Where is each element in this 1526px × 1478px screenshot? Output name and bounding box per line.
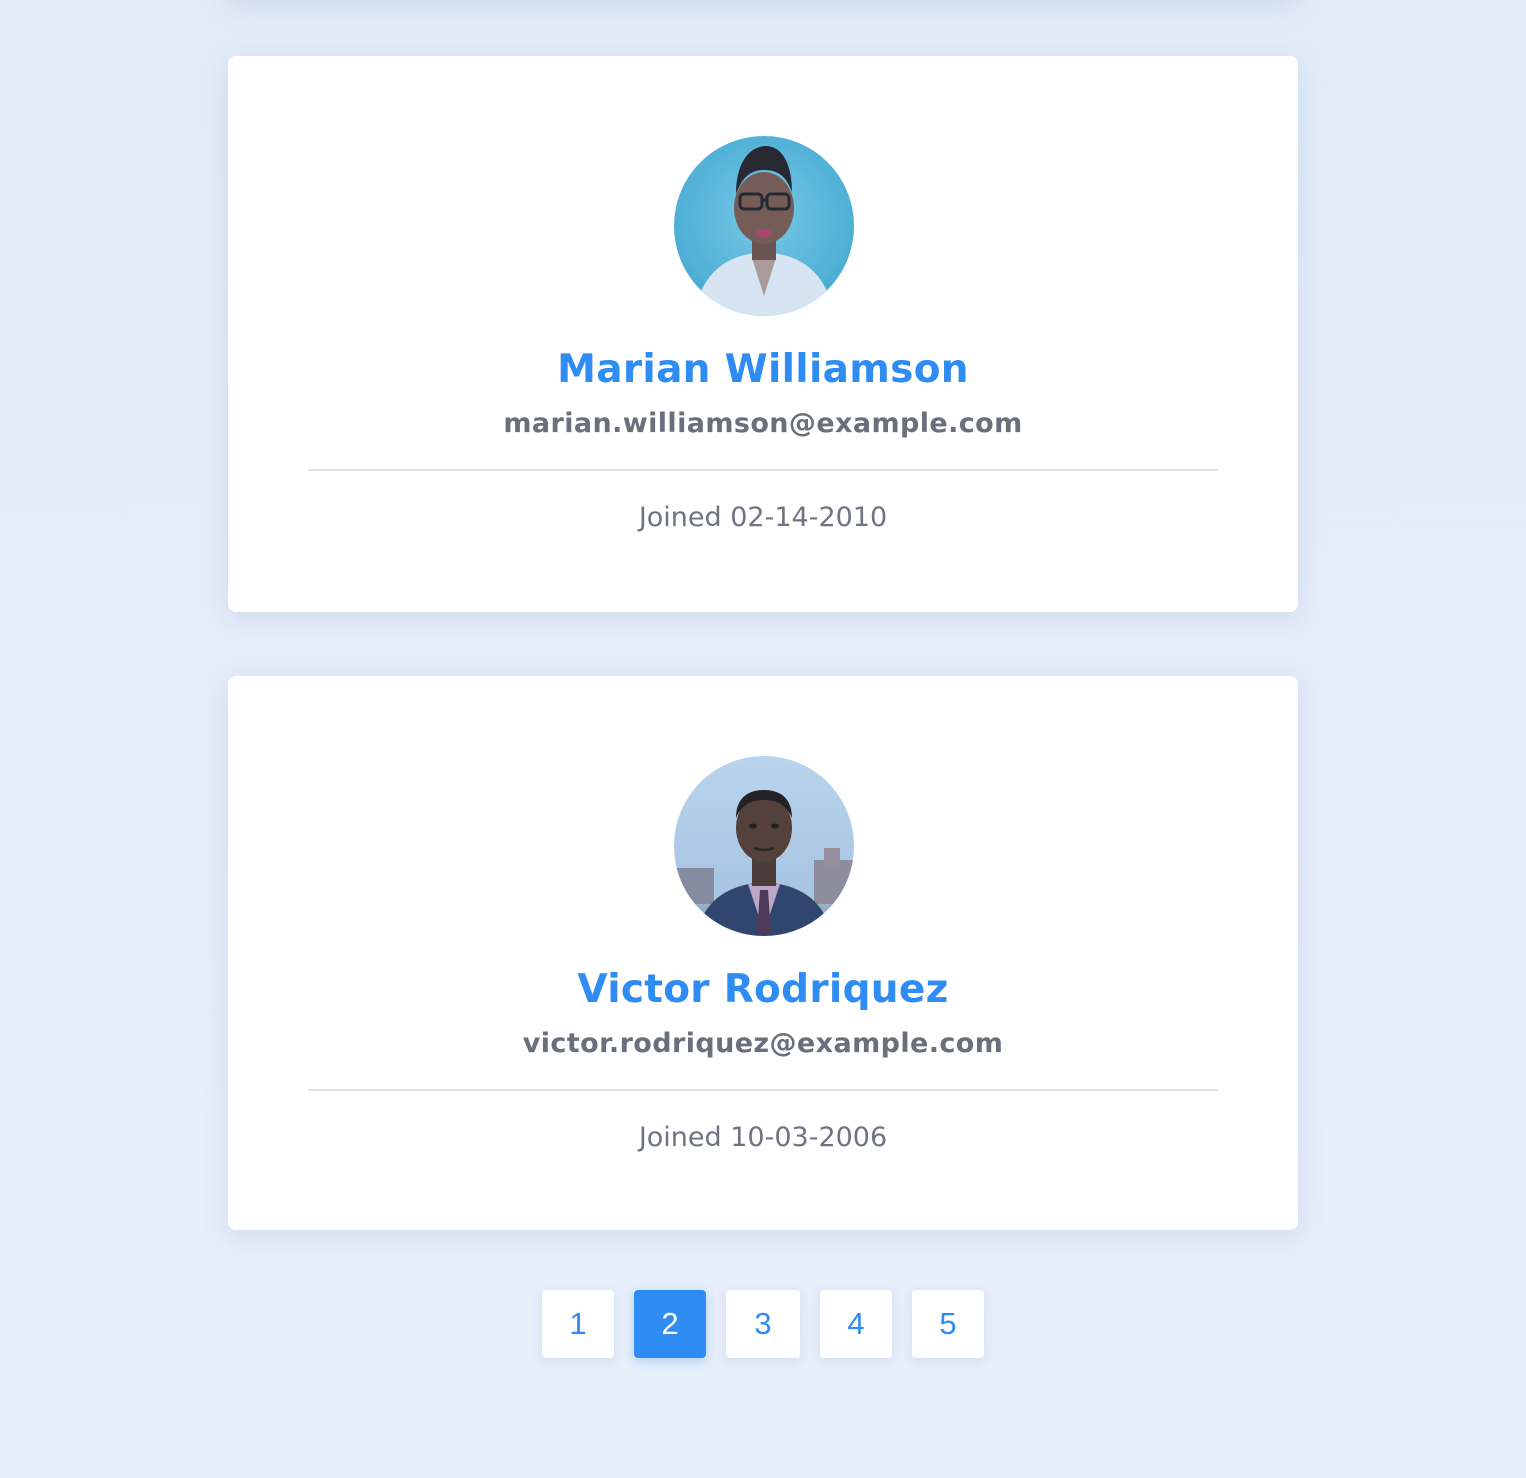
page-button-1[interactable]: 1 — [542, 1290, 614, 1358]
user-card: Marian Williamson marian.williamson@exam… — [228, 56, 1298, 612]
page-button-5[interactable]: 5 — [912, 1290, 984, 1358]
user-avatar — [674, 756, 854, 936]
avatar-photo-woman — [674, 136, 854, 316]
avatar-photo-man — [674, 756, 854, 936]
page-button-3[interactable]: 3 — [726, 1290, 800, 1358]
joined-date: Joined 10-03-2006 — [638, 1122, 888, 1153]
user-email: marian.williamson@example.com — [503, 408, 1023, 439]
page-button-2-current[interactable]: 2 — [634, 1290, 706, 1358]
joined-date: Joined 02-14-2010 — [638, 502, 888, 533]
page-button-4[interactable]: 4 — [820, 1290, 892, 1358]
user-name: Marian Williamson — [557, 347, 969, 392]
card-divider — [308, 1089, 1218, 1091]
user-avatar — [674, 136, 854, 316]
pagination: 1 2 3 4 5 — [0, 1290, 1526, 1358]
card-divider — [308, 469, 1218, 471]
user-name: Victor Rodriquez — [577, 967, 949, 1012]
user-card: Victor Rodriquez victor.rodriquez@exampl… — [228, 676, 1298, 1230]
user-email: victor.rodriquez@example.com — [522, 1028, 1004, 1059]
